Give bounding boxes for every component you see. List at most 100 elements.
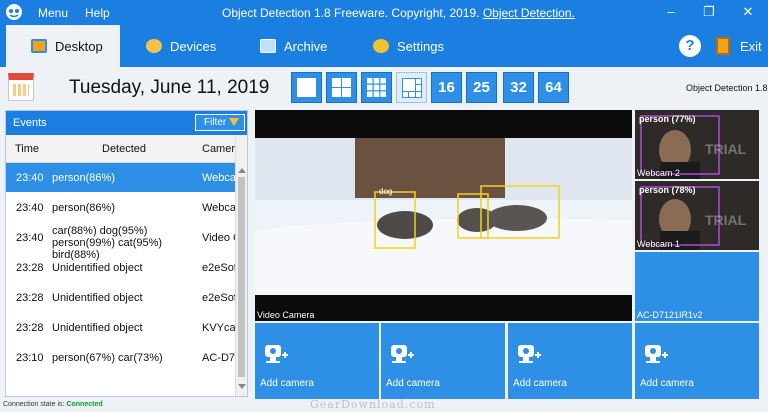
detection-label: person (77%) xyxy=(639,114,696,124)
layout-32-label: 32 xyxy=(510,79,527,96)
event-camera: Webcam 2 xyxy=(202,172,235,184)
connection-status-value: Connected xyxy=(66,401,103,408)
layout-25-button[interactable]: 25 xyxy=(466,72,497,103)
camera-caption: AC-D7121IR1v2 xyxy=(637,310,703,320)
watermark: GearDownload.com xyxy=(310,398,436,411)
exit-door-icon xyxy=(716,37,730,55)
layout-1x1-icon xyxy=(297,78,316,97)
camera-caption: Video Camera xyxy=(257,310,315,320)
minimize-icon[interactable]: – xyxy=(663,4,679,20)
connection-status-label: Connection state is: xyxy=(3,401,65,408)
event-time: 23:28 xyxy=(16,262,44,274)
window-title: Object Detection 1.8 Freeware. Copyright… xyxy=(222,6,575,20)
layout-2x2-icon xyxy=(332,78,351,97)
layout-16-label: 16 xyxy=(438,79,455,96)
help-menu-button[interactable]: Help xyxy=(85,6,110,20)
layout-25-label: 25 xyxy=(473,79,490,96)
camera-tile-ac-d7121ir1v2[interactable]: AC-D7121IR1v2 xyxy=(635,252,759,321)
tab-devices-label: Devices xyxy=(170,38,217,54)
menu-button[interactable]: Menu xyxy=(38,6,68,20)
add-camera-label: Add camera xyxy=(640,378,694,389)
event-row[interactable]: 23:40 person(86%) Webcam 2 xyxy=(6,163,235,193)
add-camera-label: Add camera xyxy=(513,378,567,389)
funnel-icon xyxy=(229,118,239,126)
layout-1plus5-icon xyxy=(402,78,422,98)
layout-3x3-icon xyxy=(367,78,386,97)
event-time: 23:40 xyxy=(16,202,44,214)
tab-settings-label: Settings xyxy=(397,38,444,54)
tab-desktop[interactable]: Desktop xyxy=(6,25,120,67)
layout-9-button[interactable] xyxy=(361,72,392,103)
calendar-icon[interactable] xyxy=(8,73,34,101)
exit-label: Exit xyxy=(740,38,762,54)
restore-icon[interactable]: ❐ xyxy=(701,4,717,20)
filter-label: Filter xyxy=(204,117,227,128)
scroll-thumb[interactable] xyxy=(238,177,245,377)
event-row[interactable]: 23:28 Unidentified object e2eSoft xyxy=(6,253,235,283)
video-frame: dog xyxy=(255,110,632,321)
app-logo-icon xyxy=(6,4,22,20)
event-row[interactable]: 23:10 person(67%) car(73%) AC-D7121IR1v2 xyxy=(6,343,235,373)
events-column-header: Time Detected Camera xyxy=(6,135,235,163)
layout-16-button[interactable]: 16 xyxy=(431,72,462,103)
window-title-text: Object Detection 1.8 Freeware. Copyright… xyxy=(222,6,480,20)
events-title: Events xyxy=(13,117,47,129)
product-name: Object Detection 1.8 xyxy=(686,83,768,93)
filter-button[interactable]: Filter xyxy=(195,114,245,131)
event-camera: e2eSoft xyxy=(202,262,235,274)
add-camera-tile[interactable]: Add camera xyxy=(508,323,632,399)
camera-tile-video-camera[interactable]: dog Video Camera xyxy=(255,110,632,321)
current-date: Tuesday, June 11, 2019 xyxy=(69,77,270,98)
layout-64-button[interactable]: 64 xyxy=(538,72,569,103)
exit-button[interactable]: Exit xyxy=(716,37,762,55)
help-button[interactable]: ? xyxy=(679,35,701,57)
event-row[interactable]: 23:28 Unidentified object e2eSoft xyxy=(6,283,235,313)
column-detected[interactable]: Detected xyxy=(102,143,146,155)
layout-64-label: 64 xyxy=(545,79,562,96)
column-time[interactable]: Time xyxy=(15,143,39,155)
event-detected: Unidentified object xyxy=(52,292,143,304)
event-detected: person(67%) car(73%) xyxy=(52,352,163,364)
layout-6-button[interactable] xyxy=(396,72,427,103)
add-camera-tile[interactable]: Add camera xyxy=(381,323,505,399)
event-detected: Unidentified object xyxy=(52,322,143,334)
add-camera-icon xyxy=(391,345,414,363)
app-window: Menu Help Object Detection 1.8 Freeware.… xyxy=(0,0,768,412)
monitor-icon xyxy=(31,39,47,53)
tab-desktop-label: Desktop xyxy=(55,38,103,54)
main-tab-bar: Desktop Devices Archive Settings ? Exit xyxy=(0,25,768,67)
add-camera-icon xyxy=(645,345,668,363)
webcam-icon xyxy=(146,39,162,53)
event-time: 23:10 xyxy=(16,352,44,364)
events-scrollbar[interactable] xyxy=(235,135,247,396)
close-icon[interactable]: ✕ xyxy=(740,4,756,20)
event-time: 23:40 xyxy=(16,232,44,244)
layout-4-button[interactable] xyxy=(326,72,357,103)
tab-archive[interactable]: Archive xyxy=(260,25,327,67)
add-camera-tile[interactable]: Add camera xyxy=(635,323,759,399)
scroll-down-icon[interactable] xyxy=(238,384,246,389)
scroll-up-icon[interactable] xyxy=(238,168,246,173)
event-row[interactable]: 23:40 person(86%) Webcam 1 xyxy=(6,193,235,223)
layout-32-button[interactable]: 32 xyxy=(503,72,534,103)
column-camera[interactable]: Camera xyxy=(202,143,235,155)
camera-tile-webcam-2[interactable]: TRIAL person (77%) Webcam 2 xyxy=(635,110,759,179)
tab-devices[interactable]: Devices xyxy=(146,25,216,67)
event-row[interactable]: 23:40 car(88%) dog(95%) person(99%) cat(… xyxy=(6,223,235,261)
event-camera: KVYcam xyxy=(202,322,235,334)
event-camera: e2eSoft xyxy=(202,292,235,304)
add-camera-label: Add camera xyxy=(386,378,440,389)
add-camera-tile[interactable]: Add camera xyxy=(255,323,379,399)
event-detected: Unidentified object xyxy=(52,262,143,274)
event-camera: AC-D7121IR1v2 xyxy=(202,352,235,364)
title-bar: Menu Help Object Detection 1.8 Freeware.… xyxy=(0,0,768,25)
add-camera-icon xyxy=(265,345,288,363)
event-time: 23:28 xyxy=(16,322,44,334)
trial-overlay: TRIAL xyxy=(705,212,747,228)
window-title-link[interactable]: Object Detection. xyxy=(483,6,575,20)
layout-1-button[interactable] xyxy=(291,72,322,103)
events-header: Events Filter xyxy=(6,111,247,135)
tab-settings[interactable]: Settings xyxy=(373,25,444,67)
camera-tile-webcam-1[interactable]: TRIAL person (78%) Webcam 1 xyxy=(635,181,759,250)
event-row[interactable]: 23:28 Unidentified object KVYcam xyxy=(6,313,235,343)
